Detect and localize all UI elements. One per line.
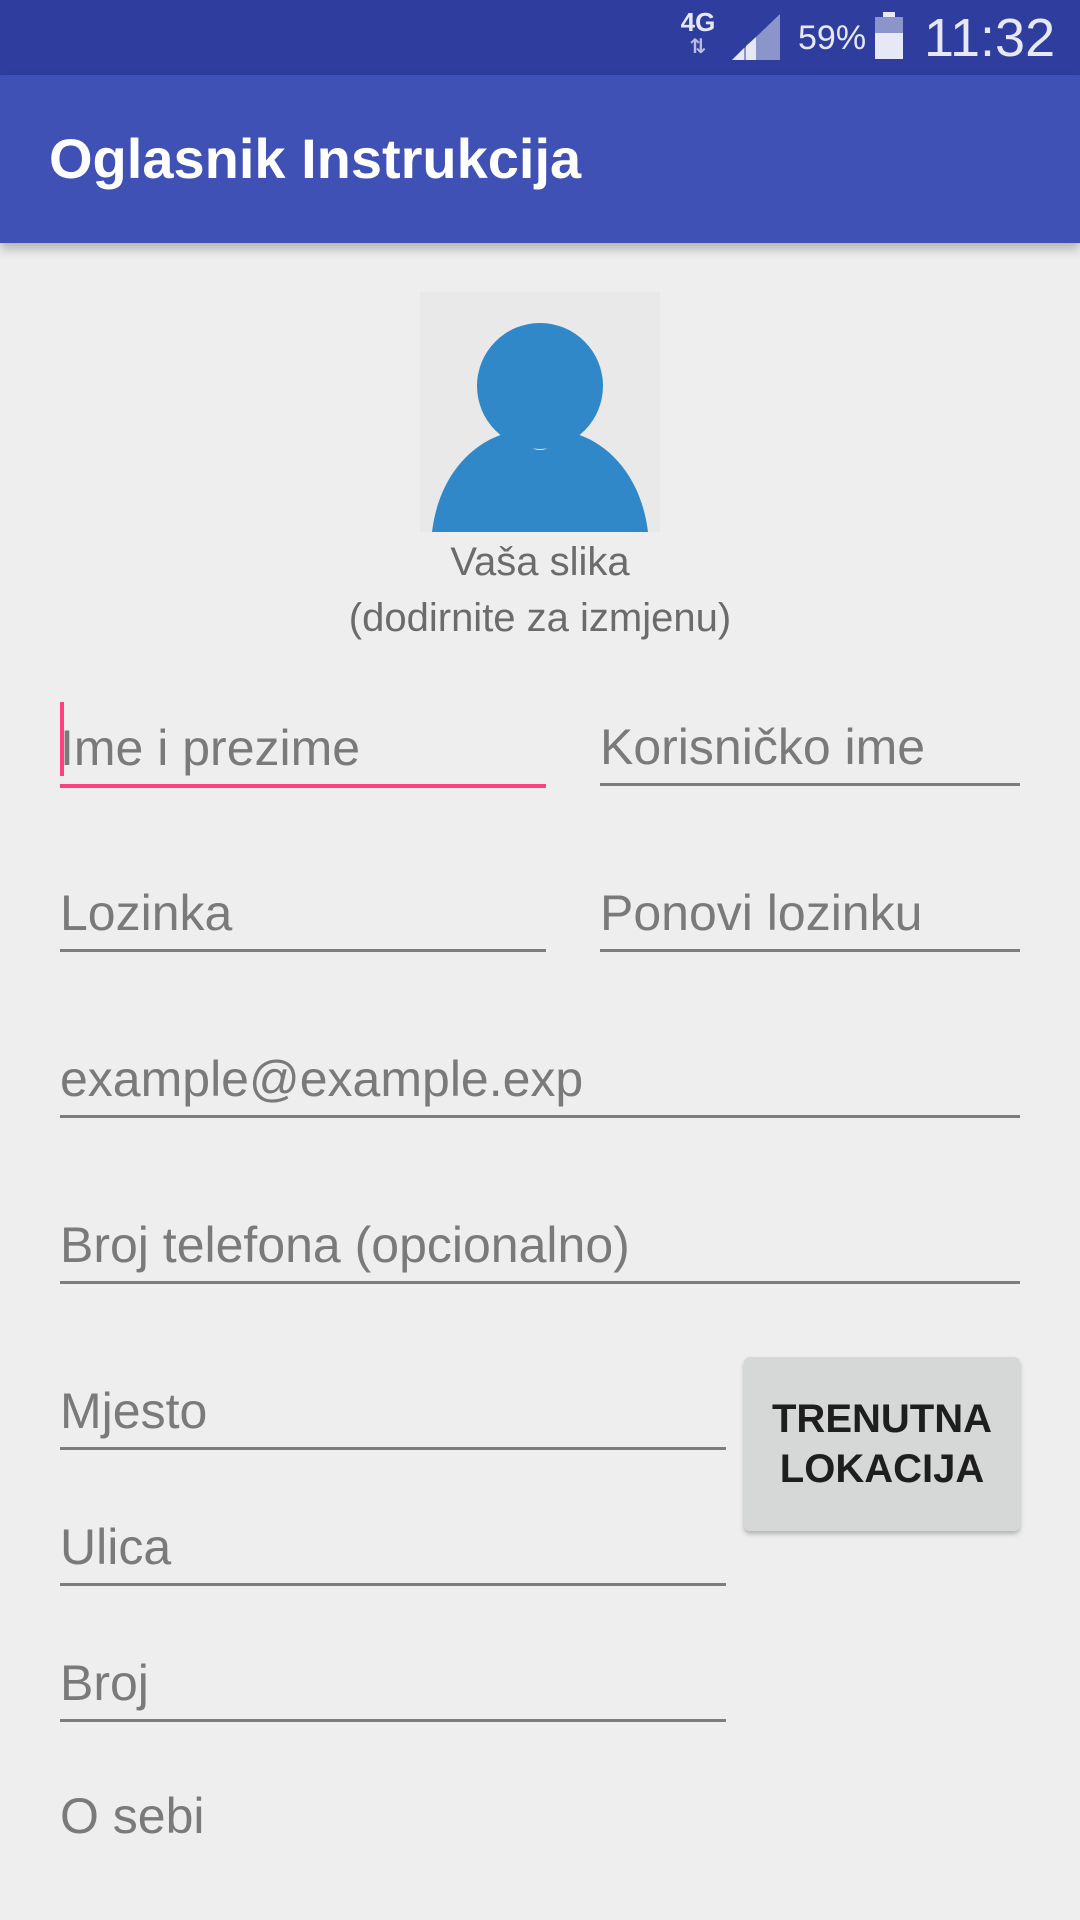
repeat-password-placeholder: Ponovi lozinku <box>600 885 923 941</box>
password-placeholder: Lozinka <box>60 885 233 941</box>
app-bar: Oglasnik Instrukcija <box>0 75 1080 243</box>
city-placeholder: Mjesto <box>60 1383 208 1439</box>
profile-image-button[interactable] <box>420 292 660 532</box>
avatar-caption-hint: (dodirnite za izmjenu) <box>348 596 732 640</box>
username-input[interactable]: Korisničko ime <box>600 706 1020 786</box>
password-input[interactable]: Lozinka <box>60 872 546 952</box>
house-number-placeholder: Broj <box>60 1655 149 1711</box>
network-indicator: 4G ⇅ <box>676 8 720 64</box>
signal-icon <box>732 14 780 60</box>
phone-placeholder: Broj telefona (opcionalno) <box>60 1217 630 1273</box>
email-placeholder: example@example.exp <box>60 1051 584 1107</box>
email-input[interactable]: example@example.exp <box>60 1038 1020 1118</box>
current-location-button[interactable]: TRENUTNA LOKACIJA <box>744 1357 1020 1531</box>
status-bar: 4G ⇅ 59% 11:32 <box>0 0 1080 75</box>
repeat-password-input[interactable]: Ponovi lozinku <box>600 872 1020 952</box>
street-placeholder: Ulica <box>60 1519 172 1575</box>
data-arrows-icon: ⇅ <box>689 36 707 58</box>
person-icon <box>432 323 648 532</box>
city-input[interactable]: Mjesto <box>60 1370 726 1450</box>
battery-icon <box>875 12 903 59</box>
about-me-field[interactable]: O sebi <box>60 1786 205 1846</box>
full-name-input[interactable]: Ime i prezime <box>60 702 546 788</box>
app-title: Oglasnik Instrukcija <box>49 127 582 190</box>
street-input[interactable]: Ulica <box>60 1506 726 1586</box>
battery-percent: 59% <box>798 19 867 57</box>
clock: 11:32 <box>924 8 1056 68</box>
avatar-caption: Vaša slika <box>450 540 630 584</box>
username-placeholder: Korisničko ime <box>600 719 926 775</box>
phone-input[interactable]: Broj telefona (opcionalno) <box>60 1204 1020 1284</box>
house-number-input[interactable]: Broj <box>60 1642 726 1722</box>
network-type: 4G <box>680 7 716 37</box>
full-name-placeholder: Ime i prezime <box>60 720 361 776</box>
